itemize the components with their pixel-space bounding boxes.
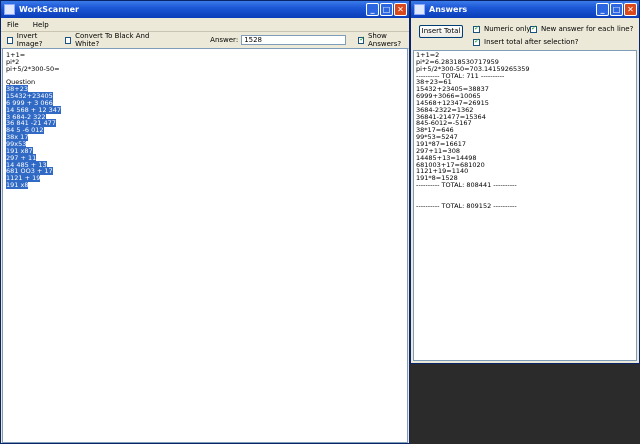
- new-answer-checkbox[interactable]: New answer for each line?: [530, 24, 634, 33]
- app-icon: [414, 4, 425, 15]
- convert-bw-checkbox[interactable]: Convert To Black And White?: [65, 32, 152, 48]
- maximize-icon[interactable]: □: [610, 3, 623, 16]
- text-line: pi+5/2*300-50=: [6, 64, 60, 73]
- checkbox-icon[interactable]: [473, 37, 480, 46]
- text-line: 1+1=: [6, 51, 26, 59]
- minimize-icon[interactable]: _: [366, 3, 379, 16]
- invert-image-label: Invert Image?: [16, 32, 43, 48]
- invert-image-checkbox[interactable]: Invert Image?: [7, 32, 53, 48]
- convert-bw-label: Convert To Black And White?: [75, 32, 150, 48]
- insert-total-button[interactable]: Insert Total: [419, 25, 463, 38]
- answer-line: [416, 189, 636, 196]
- answer-label: Answer:: [210, 36, 239, 44]
- toolbar: Invert Image? Convert To Black And White…: [1, 31, 409, 49]
- checkbox-icon[interactable]: [473, 24, 480, 33]
- answers-titlebar[interactable]: Answers _ □ ✕: [411, 1, 639, 18]
- show-answers-checkbox[interactable]: Show Answers?: [358, 32, 409, 48]
- insert-after-label: Insert total after selection?: [484, 38, 579, 46]
- workscanner-titlebar[interactable]: WorkScanner _ □ ✕: [1, 1, 409, 18]
- close-icon[interactable]: ✕: [394, 3, 407, 16]
- maximize-icon[interactable]: □: [380, 3, 393, 16]
- numeric-only-checkbox[interactable]: Numeric only?: [473, 24, 535, 33]
- scanned-text-area[interactable]: 1+1= pi*2 pi+5/2*300-50= Question 38+23 …: [2, 48, 408, 443]
- workscanner-window: WorkScanner _ □ ✕ File Help Invert Image…: [0, 0, 410, 444]
- selected-line: 191 x8: [6, 181, 29, 190]
- answers-text-area[interactable]: 1+1=2 pi*2=6.28318530717959 pi+5/2*300-5…: [413, 50, 637, 361]
- checkbox-icon[interactable]: [530, 24, 537, 33]
- answer-line: ---------- TOTAL: 808441 ----------: [416, 181, 517, 190]
- text-line: Question: [6, 78, 36, 87]
- text-line: pi*2: [6, 57, 20, 66]
- numeric-only-label: Numeric only?: [484, 25, 535, 33]
- show-answers-label: Show Answers?: [367, 32, 402, 48]
- answers-options: Insert Total Numeric only? New answer fo…: [411, 18, 639, 50]
- app-icon: [4, 4, 15, 15]
- answer-input[interactable]: 1528: [241, 35, 347, 45]
- checkbox-icon[interactable]: [358, 35, 365, 44]
- menu-file[interactable]: File: [7, 21, 19, 29]
- answers-window: Answers _ □ ✕ Insert Total Numeric only?…: [410, 0, 640, 364]
- new-answer-label: New answer for each line?: [541, 25, 634, 33]
- text-line: [6, 73, 407, 80]
- answer-line: ---------- TOTAL: 809152 ----------: [416, 201, 517, 210]
- window-title: Answers: [429, 5, 468, 14]
- menu-help[interactable]: Help: [33, 21, 49, 29]
- menubar: File Help: [1, 18, 409, 31]
- window-title: WorkScanner: [19, 5, 79, 14]
- checkbox-icon[interactable]: [65, 36, 72, 44]
- insert-after-checkbox[interactable]: Insert total after selection?: [473, 37, 579, 46]
- desktop-background: [410, 362, 640, 444]
- minimize-icon[interactable]: _: [596, 3, 609, 16]
- close-icon[interactable]: ✕: [624, 3, 637, 16]
- checkbox-icon[interactable]: [7, 36, 13, 44]
